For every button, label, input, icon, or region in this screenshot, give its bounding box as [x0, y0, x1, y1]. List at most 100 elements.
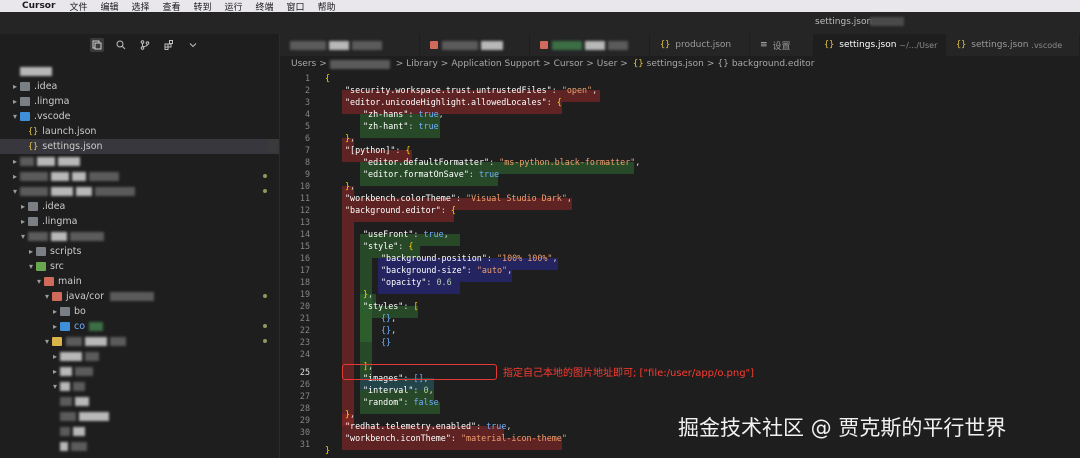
tree-item-co[interactable]: ▸ co [0, 319, 279, 334]
explorer-icon[interactable] [90, 38, 104, 52]
tree-item-blurred-root[interactable] [0, 64, 279, 79]
blurred-path [329, 59, 390, 69]
tree-item-bo[interactable]: ▸ bo [0, 304, 279, 319]
source-control-icon[interactable] [138, 38, 152, 52]
tree-item-blurred-file[interactable] [0, 424, 279, 439]
code-line: }, [363, 289, 374, 299]
menu-help[interactable]: 帮助 [318, 0, 336, 13]
search-icon[interactable] [114, 38, 128, 52]
number-token: 0.6 [436, 277, 452, 287]
tree-item-vscode[interactable]: ▾ .vscode [0, 109, 279, 124]
key-token: "interval" [363, 385, 414, 395]
tree-item-idea[interactable]: ▸ .idea [0, 199, 279, 214]
extensions-icon[interactable] [162, 38, 176, 52]
code-line: "background-size": "auto", [381, 265, 513, 275]
tree-item-blurred-folder[interactable]: ▸ [0, 364, 279, 379]
line-number: 28 [299, 403, 310, 413]
tree-item-scripts[interactable]: ▸ scripts [0, 244, 279, 259]
tree-item-blurred-file[interactable] [0, 439, 279, 454]
code-line: "zh-hans": true, [363, 109, 444, 119]
tree-item-blurred-folder[interactable]: ▾ [0, 379, 279, 394]
breadcrumb-item[interactable]: Application Support [451, 59, 540, 69]
menu-selection[interactable]: 选择 [131, 0, 149, 13]
tree-item-lingma[interactable]: ▸ .lingma [0, 214, 279, 229]
tree-item-blurred-folder[interactable]: ▸ [0, 169, 279, 184]
tree-item-java[interactable]: ▾ java/cor [0, 289, 279, 304]
tab-settings-json-user[interactable]: {} settings.json ~/.../User [814, 34, 946, 56]
line-number: 30 [299, 427, 310, 437]
key-token: "background-size" [381, 265, 467, 275]
key-token: "styles" [363, 301, 404, 311]
string-token: "100% 100%" [496, 253, 553, 263]
line-number: 31 [299, 439, 310, 449]
sidebar-scrollbar-thumb[interactable] [268, 139, 278, 151]
breadcrumb-item[interactable]: Library [406, 59, 437, 69]
tree-item-blurred-file[interactable] [0, 394, 279, 409]
tree-item-blurred-folder[interactable]: ▸ [0, 154, 279, 169]
bool-token: true [486, 421, 507, 431]
breadcrumb-item[interactable]: User [597, 59, 618, 69]
tree-item-launch-json[interactable]: {} launch.json [0, 124, 279, 139]
tree-item-blurred-folder[interactable]: ▸ [0, 349, 279, 364]
bool-token: true [418, 121, 439, 131]
code-line: "workbench.colorTheme": "Visual Studio D… [345, 193, 572, 203]
code-editor[interactable]: 1 2 3 4 5 6 7 8 9 10 11 12 13 14 15 16 1… [280, 72, 1080, 458]
breadcrumb-separator: > [620, 59, 628, 69]
brace-token: { [556, 97, 562, 107]
tab-settings-json-vscode[interactable]: {} settings.json .vscode [946, 34, 1080, 56]
key-token: "zh-hans" [363, 109, 409, 119]
chevron-down-icon[interactable] [186, 38, 200, 52]
tree-item-blurred-folder[interactable]: ▾ [0, 184, 279, 199]
tab-label: settings.json [839, 40, 897, 50]
breadcrumb-item[interactable]: Users [291, 59, 316, 69]
tree-item-blurred-folder[interactable]: ▾ [0, 229, 279, 244]
tree-item-lingma[interactable]: ▸ .lingma [0, 94, 279, 109]
tree-item-label: .lingma [34, 96, 70, 107]
chevron-right-icon: ▸ [12, 82, 17, 91]
code-line: "workbench.iconTheme": "material-icon-th… [345, 433, 567, 443]
tree-item-main[interactable]: ▾ main [0, 274, 279, 289]
app-menu-cursor[interactable]: Cursor [22, 1, 55, 11]
menu-file[interactable]: 文件 [69, 0, 87, 13]
tab-blurred[interactable] [280, 34, 420, 56]
brace-token: { [408, 241, 414, 251]
git-modified-dot [263, 189, 267, 193]
breadcrumb-item[interactable]: background.editor [732, 59, 815, 69]
chevron-right-icon: ▸ [12, 97, 17, 106]
symbol-object-icon: {} [717, 59, 729, 69]
tab-blurred[interactable] [420, 34, 530, 56]
code-line: {}, [381, 325, 397, 335]
json-file-icon: {} [632, 59, 644, 69]
brace-token: { [450, 205, 456, 215]
folder-icon [20, 82, 30, 91]
folder-icon [28, 202, 38, 211]
menu-go[interactable]: 转到 [194, 0, 212, 13]
file-icon [540, 41, 548, 49]
tab-blurred[interactable] [530, 34, 650, 56]
breadcrumb-item[interactable]: Cursor [554, 59, 584, 69]
menu-terminal[interactable]: 终端 [256, 0, 274, 13]
chevron-down-icon: ▾ [12, 112, 17, 121]
string-token: "auto" [476, 265, 508, 275]
folder-icon [20, 97, 30, 106]
key-token: "style" [363, 241, 399, 251]
line-number: 8 [304, 157, 310, 167]
tab-settings-ui[interactable]: ≡ 设置 [750, 34, 814, 56]
tree-item-settings-json[interactable]: {} settings.json [0, 139, 279, 154]
bool-token: true [478, 169, 500, 179]
string-token: "Visual Studio Dark" [466, 193, 567, 203]
line-number: 23 [299, 337, 310, 347]
code-line: {}, [381, 313, 397, 323]
tab-product-json[interactable]: {} product.json [650, 34, 750, 56]
breadcrumb-item[interactable]: settings.json [647, 59, 704, 69]
brace-token: { [405, 145, 411, 155]
tree-item-blurred-folder[interactable]: ▾ [0, 334, 279, 349]
tree-item-blurred-file[interactable] [0, 409, 279, 424]
menu-run[interactable]: 运行 [225, 0, 243, 13]
menu-view[interactable]: 查看 [162, 0, 180, 13]
tree-item-idea[interactable]: ▸ .idea [0, 79, 279, 94]
tree-item-src[interactable]: ▾ src [0, 259, 279, 274]
chevron-right-icon: ▸ [52, 367, 57, 376]
menu-edit[interactable]: 编辑 [100, 0, 118, 13]
menu-window[interactable]: 窗口 [287, 0, 305, 13]
